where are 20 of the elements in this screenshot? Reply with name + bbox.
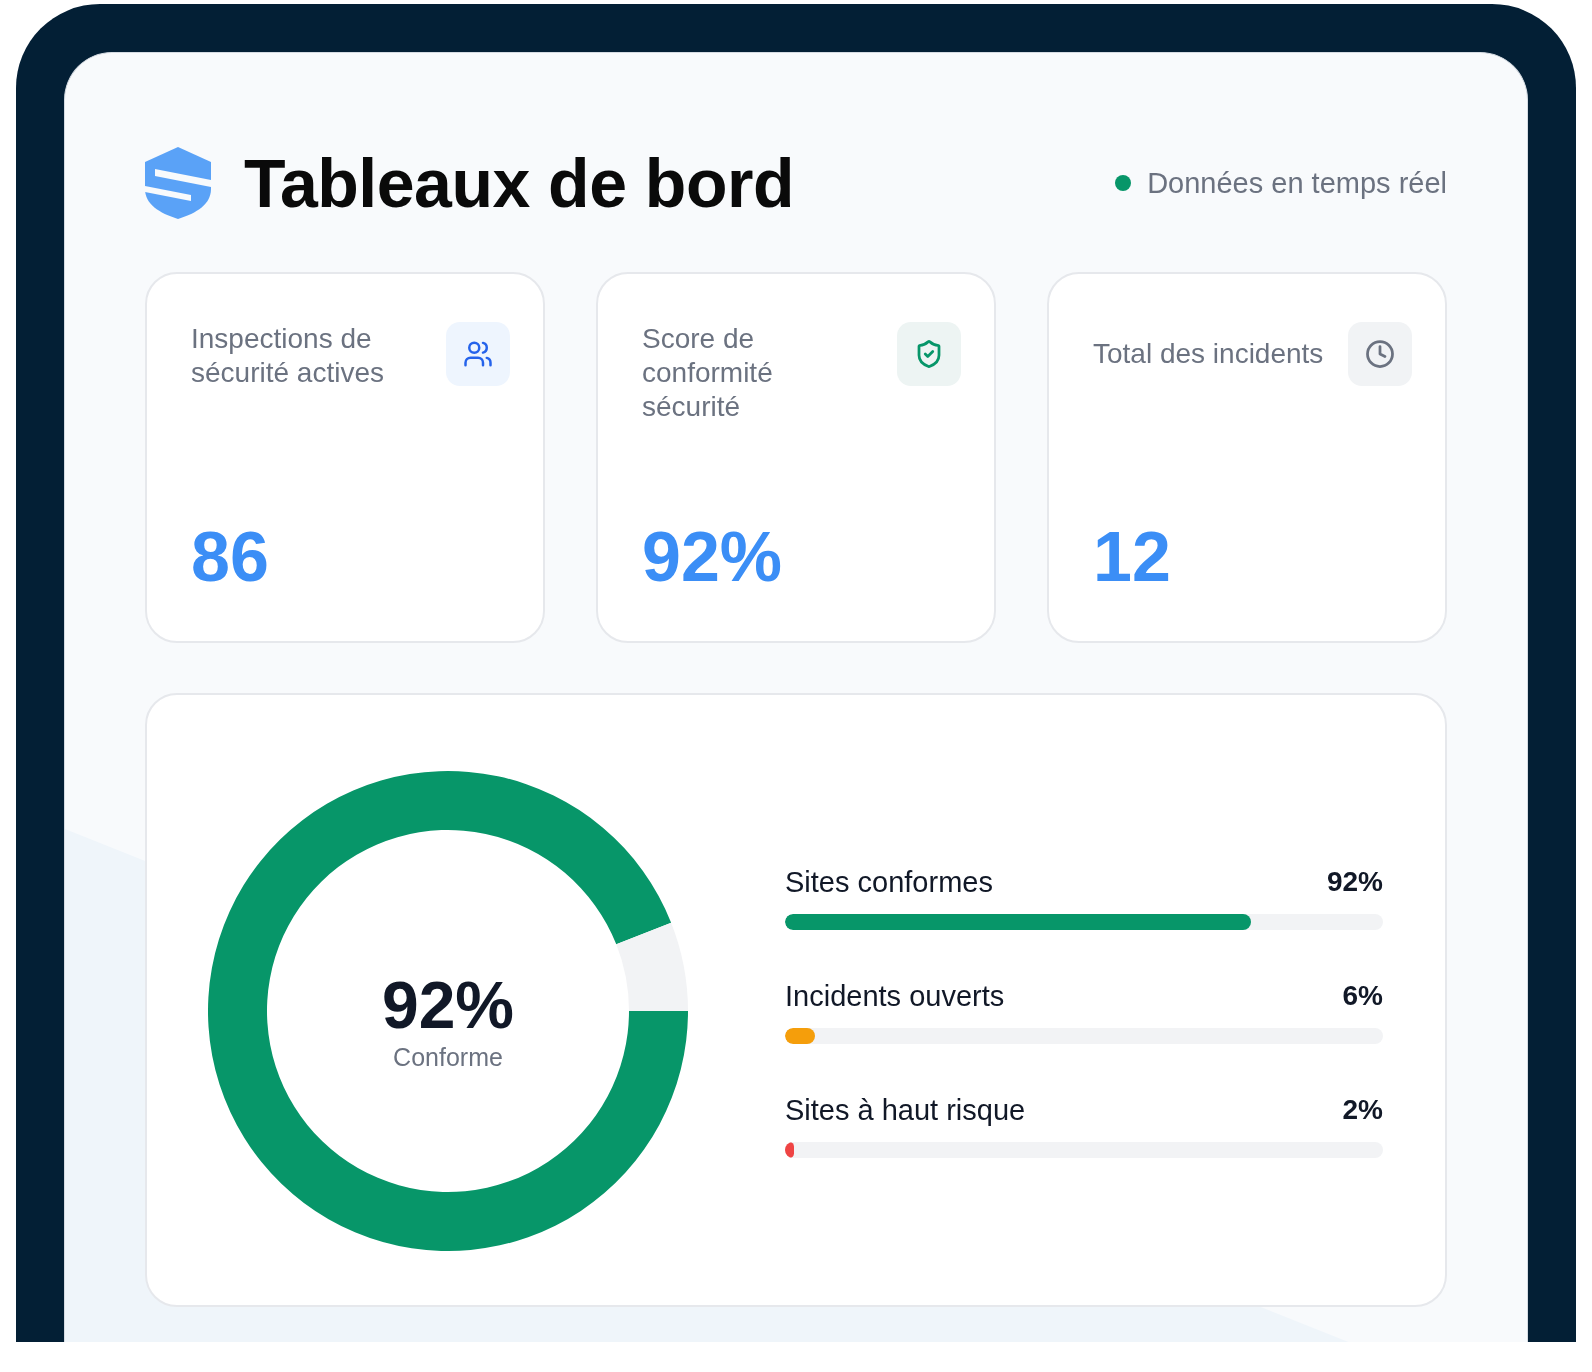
bar-value: 6% — [1342, 978, 1383, 1013]
stat-value: 12 — [1093, 522, 1171, 592]
clock-icon — [1348, 322, 1412, 386]
bar-label: Sites à haut risque — [785, 1092, 1026, 1127]
bar-value: 2% — [1342, 1092, 1383, 1127]
stat-label: Total des incidents — [1093, 337, 1325, 371]
stat-label: Score de conformité sécurité — [642, 322, 774, 424]
page-title: Tableaux de bord — [244, 144, 794, 222]
bar-label: Sites conformes — [785, 864, 993, 899]
shield-logo-icon — [145, 147, 211, 219]
bar-value: 92% — [1326, 864, 1383, 899]
stat-value: 92% — [642, 522, 783, 592]
status-label: Données en temps réel — [1147, 166, 1447, 200]
stat-label: Inspections de sécurité actives — [191, 322, 385, 390]
shield-check-icon — [897, 322, 961, 386]
stat-value: 86 — [191, 522, 269, 592]
bar-label: Incidents ouverts — [785, 978, 1005, 1013]
ring-value: 92% — [381, 972, 515, 1038]
ring-caption: Conforme — [393, 1042, 503, 1072]
users-icon — [446, 322, 510, 386]
